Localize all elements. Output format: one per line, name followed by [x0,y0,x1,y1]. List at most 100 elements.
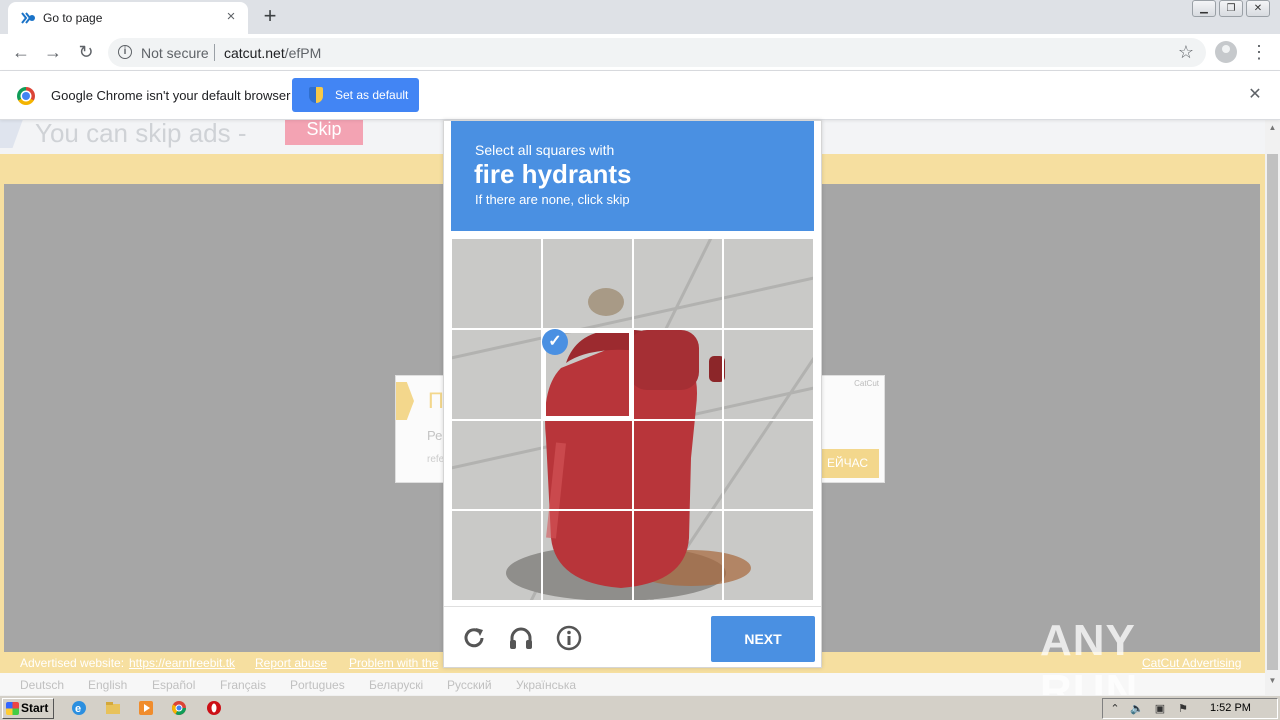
skip-ads-text: You can skip ads - [35,120,247,148]
next-button[interactable]: NEXT [711,616,815,662]
reload-button[interactable]: ↻ [74,40,98,64]
chrome-logo-icon [17,87,35,105]
lang-link[interactable]: Portugues [290,678,345,692]
url-path: /efPM [284,45,322,61]
captcha-hint: If there are none, click skip [475,192,630,207]
captcha-tile[interactable] [541,510,633,601]
media-player-icon[interactable] [137,699,155,717]
action-center-flag-icon[interactable]: ⚑ [1176,702,1190,716]
internet-explorer-icon[interactable]: e [70,699,88,717]
security-label[interactable]: Not secure [141,45,209,61]
skip-bar-chevron [0,120,24,148]
ad-arrow-icon [396,382,414,420]
tab-title: Go to page [43,11,103,25]
advertised-link[interactable]: https://earnfreebit.tk [129,656,235,670]
address-bar[interactable]: i Not secure catcut.net/efPM ☆ [108,38,1206,67]
url-text[interactable]: catcut.net/efPM [224,45,321,61]
captcha-tile[interactable] [723,419,814,511]
lang-link[interactable]: Français [220,678,266,692]
captcha-tile[interactable] [541,419,633,511]
captcha-tile[interactable] [451,238,542,329]
lang-link[interactable]: Українська [516,678,576,692]
info-icon[interactable]: i [118,45,132,59]
info-icon[interactable] [555,624,583,652]
window-close-icon[interactable]: ✕ [1246,0,1270,17]
chrome-menu-icon[interactable]: ⋮ [1250,40,1268,64]
bookmark-star-icon[interactable]: ☆ [1178,42,1194,63]
opera-icon[interactable] [205,699,223,717]
captcha-target: fire hydrants [474,159,632,189]
tray-expand-icon[interactable]: ⌃ [1108,702,1122,716]
scroll-down-icon[interactable]: ▼ [1265,676,1280,690]
tab-close-icon[interactable]: × [222,8,240,26]
start-label: Start [21,701,49,715]
ad-line-2: refe [427,454,445,465]
default-browser-infobar: Google Chrome isn't your default browser… [0,71,1280,120]
system-tray: ⌃ 🔈 ▣ ⚑ 1:52 PM [1102,698,1278,719]
captcha-tile[interactable] [632,238,724,329]
uac-shield-icon [309,87,323,103]
set-as-default-button[interactable]: Set as default [292,78,419,112]
selected-check-icon: ✓ [542,329,568,355]
ad-line-1: Ре [427,428,443,443]
network-icon[interactable]: ▣ [1153,702,1167,716]
lang-link[interactable]: Español [152,678,195,692]
url-host: catcut.net [224,45,285,61]
lang-link[interactable]: Deutsch [20,678,64,692]
scroll-up-icon[interactable]: ▲ [1265,123,1280,137]
restore-icon[interactable]: ❐ [1219,0,1243,17]
browser-toolbar: ← → ↻ i Not secure catcut.net/efPM ☆ ⋮ [0,34,1280,71]
lang-link[interactable]: Беларускі [369,678,423,692]
back-button[interactable]: ← [9,40,33,64]
captcha-tile[interactable] [723,510,814,601]
problem-link[interactable]: Problem with the [349,656,438,670]
reload-icon[interactable] [460,624,488,652]
captcha-header: Select all squares with fire hydrants If… [451,121,814,231]
captcha-tile[interactable] [451,510,542,601]
ad-cta-button[interactable]: ЕЙЧАС [816,449,879,478]
captcha-tile[interactable] [451,328,542,420]
ad-heading: П [428,388,444,413]
anyrun-watermark: ANY RUN [1040,616,1139,695]
scroll-thumb[interactable] [1267,154,1278,670]
infobar-message: Google Chrome isn't your default browser [51,88,291,103]
captcha-tile[interactable] [632,419,724,511]
volume-icon[interactable]: 🔈 [1130,702,1144,716]
lang-link[interactable]: Русский [447,678,492,692]
recaptcha-challenge: Select all squares with fire hydrants If… [443,120,822,668]
captcha-footer: NEXT [444,606,821,667]
window-controls: ▁ ❐ ✕ [1192,0,1270,17]
captcha-tile[interactable] [632,510,724,601]
set-as-default-label: Set as default [335,88,409,102]
separator [214,44,215,61]
svg-text:e: e [75,703,81,715]
windows-logo-icon [6,702,19,715]
page-scrollbar[interactable]: ▲ ▼ [1265,120,1280,695]
lang-link[interactable]: English [88,678,127,692]
infobar-close-icon[interactable]: ✕ [1246,86,1264,104]
ad-brand: CatCut [854,379,879,388]
forward-button[interactable]: → [41,40,65,64]
tab-strip: Go to page × + ▁ ❐ ✕ [0,0,1280,34]
windows-taskbar: Start e ⌃ 🔈 ▣ ⚑ 1:52 PM [0,695,1280,720]
profile-avatar[interactable] [1215,41,1237,63]
new-tab-button[interactable]: + [258,4,282,28]
catcut-favicon-icon [21,12,35,24]
chrome-taskbar-icon[interactable] [170,699,188,717]
captcha-tile[interactable] [723,238,814,329]
captcha-grid: ✓ [451,238,814,601]
taskbar-clock[interactable]: 1:52 PM [1210,702,1251,714]
start-button[interactable]: Start [2,698,54,719]
advertised-label: Advertised website: [20,656,125,670]
captcha-tile[interactable] [541,238,633,329]
headphones-icon[interactable] [507,624,535,652]
captcha-tile[interactable] [451,419,542,511]
report-abuse-link[interactable]: Report abuse [255,656,327,670]
skip-button[interactable]: Skip [285,120,363,145]
minimize-icon[interactable]: ▁ [1192,0,1216,17]
captcha-tile[interactable] [632,328,724,420]
captcha-instruction: Select all squares with [475,142,615,158]
captcha-tile[interactable] [723,328,814,420]
file-explorer-icon[interactable] [104,699,122,717]
tab-go-to-page[interactable]: Go to page × [8,2,248,34]
